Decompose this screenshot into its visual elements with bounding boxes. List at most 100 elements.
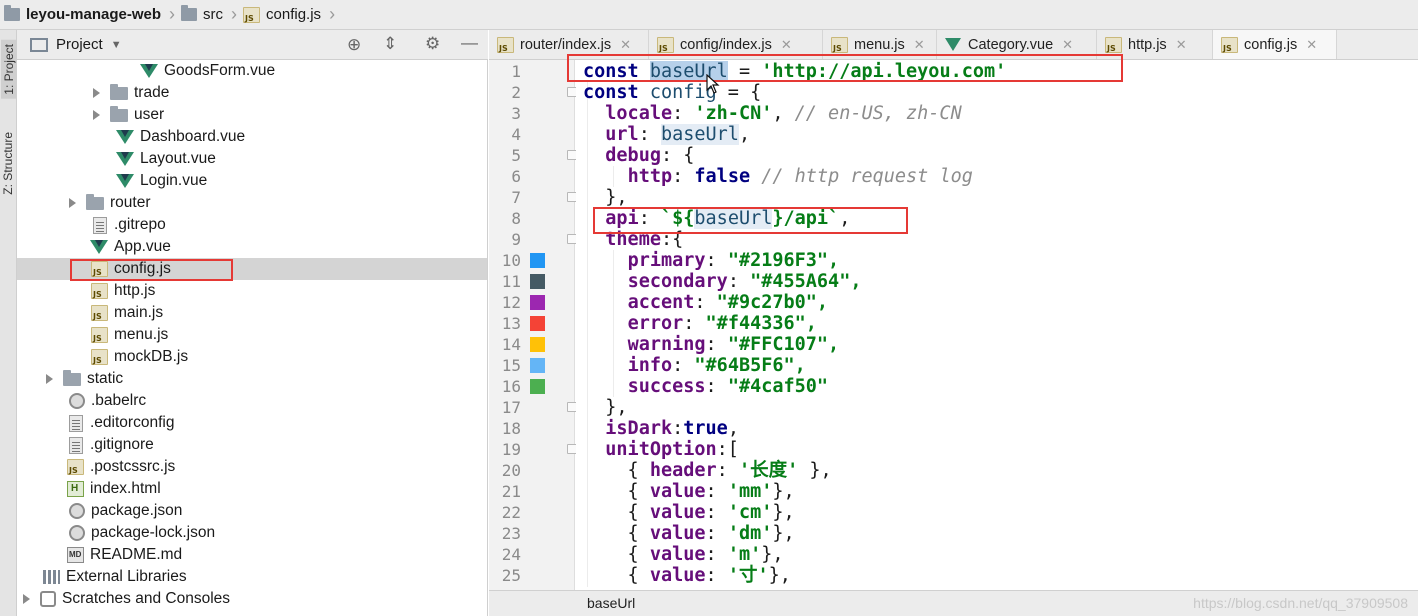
line-number: 15 bbox=[501, 356, 521, 375]
tab-menu[interactable]: menu.js✕ bbox=[823, 30, 937, 59]
config-file-icon bbox=[69, 393, 85, 409]
tree-item-static[interactable]: static bbox=[17, 368, 487, 390]
tree-item-gitrepo[interactable]: .gitrepo bbox=[17, 214, 487, 236]
close-icon[interactable]: ✕ bbox=[620, 37, 631, 53]
color-swatch-secondary[interactable] bbox=[530, 274, 545, 289]
markdown-file-icon bbox=[67, 547, 84, 563]
vue-file-icon bbox=[90, 240, 108, 254]
libraries-icon bbox=[43, 570, 60, 584]
project-view-icon bbox=[30, 37, 48, 52]
tab-http[interactable]: http.js✕ bbox=[1097, 30, 1213, 59]
project-view-selector[interactable]: Project bbox=[56, 36, 103, 53]
js-file-icon bbox=[91, 349, 108, 365]
tree-item-config-selected[interactable]: config.js bbox=[17, 258, 487, 280]
tree-item-menu[interactable]: menu.js bbox=[17, 324, 487, 346]
tree-item-dashboard[interactable]: Dashboard.vue bbox=[17, 126, 487, 148]
close-icon[interactable]: ✕ bbox=[914, 37, 925, 53]
tree-item-app[interactable]: App.vue bbox=[17, 236, 487, 258]
tree-item-user[interactable]: user bbox=[17, 104, 487, 126]
color-swatch-error[interactable] bbox=[530, 316, 545, 331]
nav-file[interactable]: config.js bbox=[243, 0, 325, 30]
folder-icon bbox=[181, 5, 198, 21]
tree-item-router[interactable]: router bbox=[17, 192, 487, 214]
close-icon[interactable]: ✕ bbox=[1306, 37, 1317, 53]
color-swatch-success[interactable] bbox=[530, 379, 545, 394]
tree-item-package-json[interactable]: package.json bbox=[17, 500, 487, 522]
vue-file-icon bbox=[116, 130, 134, 144]
structure-tool-tab[interactable]: Z: Structure bbox=[1, 132, 15, 195]
config-file-icon bbox=[69, 503, 85, 519]
js-file-icon bbox=[67, 459, 84, 475]
vue-file-icon bbox=[116, 174, 134, 188]
nav-folder[interactable]: src bbox=[181, 0, 227, 30]
line-number: 4 bbox=[511, 125, 521, 144]
editor-breadcrumb-bar: baseUrl https://blog.csdn.net/qq_3790950… bbox=[489, 590, 1418, 616]
tree-item-main[interactable]: main.js bbox=[17, 302, 487, 324]
color-swatch-accent[interactable] bbox=[530, 295, 545, 310]
code-line-25: { value: '寸'}, bbox=[583, 565, 791, 586]
expand-arrow-icon[interactable] bbox=[93, 88, 100, 98]
tree-item-babelrc[interactable]: .babelrc bbox=[17, 390, 487, 412]
tree-item-external-libraries[interactable]: External Libraries bbox=[17, 566, 487, 588]
color-swatch-info[interactable] bbox=[530, 358, 545, 373]
tree-item-gitignore[interactable]: .gitignore bbox=[17, 434, 487, 456]
line-number: 6 bbox=[511, 167, 521, 186]
js-file-icon bbox=[657, 36, 674, 53]
nav-separator-icon: › bbox=[329, 4, 336, 24]
tab-config-active[interactable]: config.js✕ bbox=[1213, 30, 1337, 59]
tree-item-scratches[interactable]: Scratches and Consoles bbox=[17, 588, 487, 610]
close-icon[interactable]: ✕ bbox=[1176, 37, 1187, 53]
tree-item-layout[interactable]: Layout.vue bbox=[17, 148, 487, 170]
code-editor[interactable]: const baseUrl = 'http://api.leyou.com' c… bbox=[576, 60, 1418, 590]
scratches-icon bbox=[40, 591, 56, 607]
expand-arrow-icon[interactable] bbox=[69, 198, 76, 208]
hide-panel-icon[interactable]: — bbox=[461, 33, 478, 53]
tree-item-http[interactable]: http.js bbox=[17, 280, 487, 302]
close-icon[interactable]: ✕ bbox=[781, 37, 792, 53]
nav-project[interactable]: leyou-manage-web bbox=[4, 0, 165, 30]
code-line-8: api: `${baseUrl}/api`, bbox=[605, 208, 851, 229]
line-number: 23 bbox=[501, 524, 521, 543]
expand-arrow-icon[interactable] bbox=[46, 374, 53, 384]
js-file-icon bbox=[1105, 36, 1122, 53]
tree-item-trade[interactable]: trade bbox=[17, 82, 487, 104]
project-tool-tab[interactable]: 1: Project bbox=[1, 40, 17, 99]
tab-category[interactable]: Category.vue ✕ bbox=[937, 30, 1097, 59]
tree-item-readme[interactable]: README.md bbox=[17, 544, 487, 566]
expand-arrow-icon[interactable] bbox=[93, 110, 100, 120]
code-line-5: debug: { bbox=[605, 145, 695, 166]
locate-file-icon[interactable]: ⊕ bbox=[347, 35, 361, 55]
line-number: 10 bbox=[501, 251, 521, 270]
tree-item-goodsform[interactable]: GoodsForm.vue bbox=[17, 60, 487, 82]
tab-router-index[interactable]: router/index.js✕ bbox=[489, 30, 649, 59]
project-tree: GoodsForm.vue trade user Dashboard.vue L… bbox=[17, 60, 488, 616]
js-file-icon bbox=[243, 6, 261, 23]
tree-item-editorconfig[interactable]: .editorconfig bbox=[17, 412, 487, 434]
chevron-down-icon[interactable]: ▼ bbox=[111, 39, 122, 51]
tree-item-index-html[interactable]: index.html bbox=[17, 478, 487, 500]
close-icon[interactable]: ✕ bbox=[1062, 37, 1073, 53]
code-line-10: primary: "#2196F3", bbox=[627, 250, 840, 271]
color-swatch-warning[interactable] bbox=[530, 337, 545, 352]
code-line-14: warning: "#FFC107", bbox=[627, 334, 840, 355]
code-line-2: const config = { bbox=[583, 82, 762, 103]
expand-arrow-icon[interactable] bbox=[23, 594, 30, 604]
code-line-16: success: "#4caf50" bbox=[627, 376, 829, 397]
tree-item-package-lock[interactable]: package-lock.json bbox=[17, 522, 487, 544]
js-file-icon bbox=[91, 305, 108, 321]
tree-item-postcssrc[interactable]: .postcssrc.js bbox=[17, 456, 487, 478]
html-file-icon bbox=[67, 481, 84, 497]
tree-item-mockdb[interactable]: mockDB.js bbox=[17, 346, 487, 368]
tree-item-login[interactable]: Login.vue bbox=[17, 170, 487, 192]
code-line-24: { value: 'm'}, bbox=[583, 544, 784, 565]
js-file-icon bbox=[91, 327, 108, 343]
collapse-all-icon[interactable]: ⇕ bbox=[383, 34, 397, 54]
js-file-icon bbox=[1221, 36, 1238, 53]
gear-icon[interactable]: ⚙ bbox=[425, 34, 440, 54]
line-number: 11 bbox=[501, 272, 521, 291]
code-breadcrumb[interactable]: baseUrl bbox=[587, 595, 635, 611]
code-line-1: const baseUrl = 'http://api.leyou.com' bbox=[583, 61, 1007, 82]
code-line-22: { value: 'cm'}, bbox=[583, 502, 795, 523]
color-swatch-primary[interactable] bbox=[530, 253, 545, 268]
tab-config-index[interactable]: config/index.js✕ bbox=[649, 30, 823, 59]
